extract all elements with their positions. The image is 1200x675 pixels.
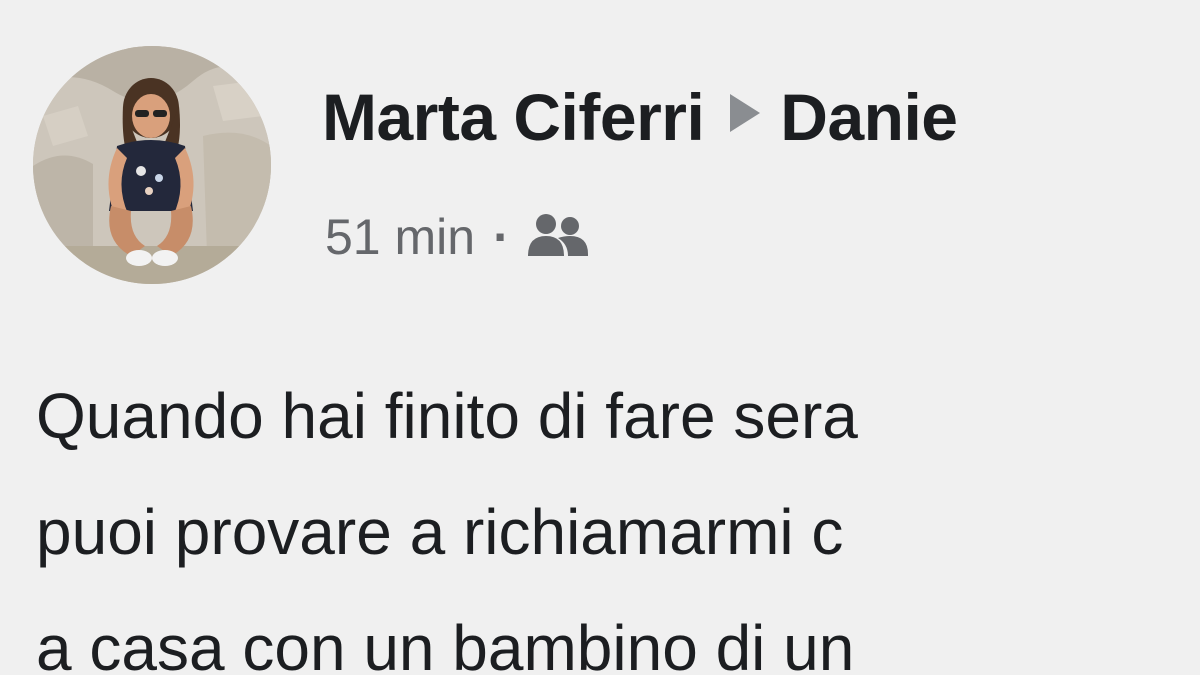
author-avatar[interactable]: [33, 46, 271, 284]
share-arrow-icon: [730, 94, 761, 132]
post-text-line: Quando hai finito di fare sera: [36, 380, 858, 452]
post-meta: 51 min ·: [325, 212, 592, 266]
facebook-post: Marta Ciferri Danie 51 min · Quando hai fi…: [0, 0, 1200, 675]
post-text-line: puoi provare a richiamarmi c: [36, 496, 844, 568]
post-text-line: a casa con un bambino di un: [36, 612, 855, 675]
post-body: Quando hai finito di fare sera puoi prov…: [36, 358, 1200, 675]
meta-separator: ·: [493, 209, 510, 265]
recipient-name[interactable]: Danie: [780, 80, 958, 154]
friends-icon[interactable]: [524, 212, 592, 266]
avatar-photo: [33, 46, 271, 284]
post-timestamp[interactable]: 51 min: [325, 209, 475, 265]
author-name[interactable]: Marta Ciferri: [322, 80, 705, 154]
post-header: Marta Ciferri Danie: [322, 84, 958, 150]
